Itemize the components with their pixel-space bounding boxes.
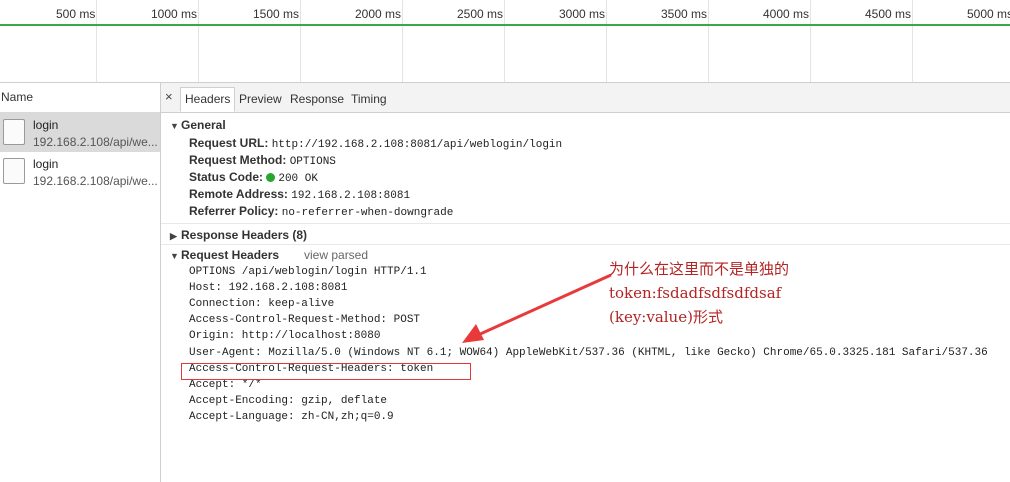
request-row[interactable]: login 192.168.2.108/api/we... [0,152,160,191]
name-column-header[interactable]: Name [0,83,160,113]
general-row: Request Method: OPTIONS [189,153,336,168]
timeline-tick [504,0,505,82]
status-code-label: Status Code: [189,170,264,184]
raw-header-line: Accept: */* [189,379,262,391]
expanded-triangle-icon: ▼ [170,121,179,131]
timeline-tick [96,0,97,82]
request-headers-toggle[interactable]: ▼ Request Headers [170,248,279,262]
expanded-triangle-icon: ▼ [170,251,179,261]
timeline-tick-label: 1500 ms [253,7,300,21]
timeline-tick [708,0,709,82]
general-row: Request URL: http://192.168.2.108:8081/a… [189,136,562,151]
request-details-panel: × Headers Preview Response Timing ▼ Gener… [161,83,1010,482]
timeline-tick-label: 3500 ms [661,7,708,21]
raw-header-line: Accept-Encoding: gzip, deflate [189,395,388,407]
request-method-value: OPTIONS [289,156,336,168]
referrer-policy-label: Referrer Policy: [189,204,279,218]
tab-response[interactable]: Response [286,88,348,111]
highlight-box [181,363,471,380]
timeline-tick-label: 500 ms [56,7,96,21]
status-code-value: 200 OK [278,173,318,185]
request-list: Name login 192.168.2.108/api/we... login… [0,83,161,482]
request-name: login [33,118,59,132]
collapsed-triangle-icon: ▶ [170,231,177,241]
annotation-line: token:fsdadfsdfsdfdsaf [609,284,782,302]
timeline-tick-label: 1000 ms [151,7,198,21]
timeline-tick-label: 2500 ms [457,7,504,21]
remote-address-label: Remote Address: [189,187,288,201]
tab-headers[interactable]: Headers [180,87,236,112]
section-divider [161,244,1010,245]
timeline-tick [912,0,913,82]
request-url-label: Request URL: [189,136,269,150]
annotation-line: 为什么在这里而不是单独的 [609,260,790,278]
timeline-tick [402,0,403,82]
timeline-tick-label: 5000 ms [967,7,1010,21]
timeline-tick [300,0,301,82]
general-section-title: General [181,118,226,132]
remote-address-value: 192.168.2.108:8081 [291,190,411,202]
timeline-tick-label: 4000 ms [763,7,810,21]
response-headers-toggle[interactable]: ▶ Response Headers (8) [170,228,307,242]
raw-header-line: OPTIONS /api/weblogin/login HTTP/1.1 [189,266,427,278]
timeline-tick-label: 4500 ms [865,7,912,21]
document-icon [3,119,25,145]
request-url: 192.168.2.108/api/we... [33,135,158,149]
network-timeline[interactable]: 500 ms 1000 ms 1500 ms 2000 ms 2500 ms 3… [0,0,1010,83]
general-row: Status Code: 200 OK [189,170,318,185]
annotation-text: 为什么在这里而不是单独的 token:fsdadfsdfsdfdsaf (key… [609,257,789,329]
raw-header-line: Access-Control-Request-Method: POST [189,314,421,326]
raw-header-line: Origin: http://localhost:8080 [189,330,381,342]
raw-header-line: Accept-Language: zh-CN,zh;q=0.9 [189,411,394,423]
tab-timing[interactable]: Timing [347,88,391,111]
request-url-value: http://192.168.2.108:8081/api/weblogin/l… [271,139,563,151]
annotation-line: (key:value)形式 [609,308,723,326]
timeline-tick [198,0,199,82]
timeline-request-bar [0,24,1010,26]
timeline-tick-label: 3000 ms [559,7,606,21]
referrer-policy-value: no-referrer-when-downgrade [281,207,454,219]
view-parsed-link[interactable]: view parsed [304,248,368,262]
response-headers-title: Response Headers (8) [181,228,308,242]
document-icon [3,158,25,184]
status-ok-icon [266,173,276,182]
tab-preview[interactable]: Preview [235,88,286,111]
raw-header-line: Host: 192.168.2.108:8081 [189,282,348,294]
timeline-tick [810,0,811,82]
general-row: Remote Address: 192.168.2.108:8081 [189,187,410,202]
request-headers-title: Request Headers [181,248,280,262]
section-divider [161,223,1010,224]
raw-header-line: User-Agent: Mozilla/5.0 (Windows NT 6.1;… [189,347,988,359]
raw-header-line: Connection: keep-alive [189,298,335,310]
details-tab-bar: × Headers Preview Response Timing [161,83,1010,113]
timeline-tick-label: 2000 ms [355,7,402,21]
request-row[interactable]: login 192.168.2.108/api/we... [0,113,160,152]
request-url: 192.168.2.108/api/we... [33,174,158,188]
general-row: Referrer Policy: no-referrer-when-downgr… [189,204,453,219]
close-icon[interactable]: × [165,89,177,104]
request-name: login [33,157,59,171]
request-method-label: Request Method: [189,153,287,167]
general-section-toggle[interactable]: ▼ General [170,118,226,132]
timeline-tick [606,0,607,82]
